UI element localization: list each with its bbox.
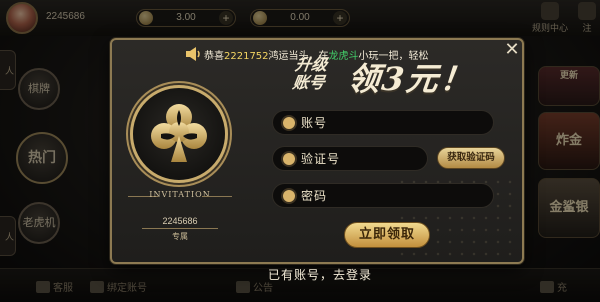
invite-id: 2245686 — [162, 216, 198, 226]
club-suit-icon — [151, 104, 207, 162]
promo-reward: 领3元！ — [345, 60, 477, 98]
password-input[interactable] — [301, 184, 483, 207]
speaker-icon — [186, 47, 200, 61]
club-emblem — [130, 85, 228, 183]
code-field[interactable] — [272, 146, 428, 171]
promo-headline: 升级 账号 领3元！ — [284, 54, 500, 98]
shield-icon — [283, 153, 295, 165]
code-input[interactable] — [301, 147, 417, 170]
user-icon — [283, 117, 295, 129]
password-field[interactable] — [272, 183, 494, 208]
account-input[interactable] — [301, 111, 483, 134]
go-login-link[interactable]: 已有账号，去登录 — [250, 266, 390, 283]
promo-line-1: 升级 — [293, 55, 329, 74]
account-field[interactable] — [272, 110, 494, 135]
close-icon[interactable]: ✕ — [502, 41, 522, 61]
exclusive-tag: 专属 — [172, 232, 188, 241]
promo-line-2: 账号 — [291, 73, 327, 92]
get-code-button[interactable]: 获取验证码 — [437, 147, 505, 169]
invitation-label: INVITATION — [149, 190, 211, 199]
divider — [202, 196, 232, 197]
divider — [142, 228, 218, 229]
lock-icon — [283, 190, 295, 202]
claim-now-button[interactable]: 立即领取 — [344, 222, 430, 248]
